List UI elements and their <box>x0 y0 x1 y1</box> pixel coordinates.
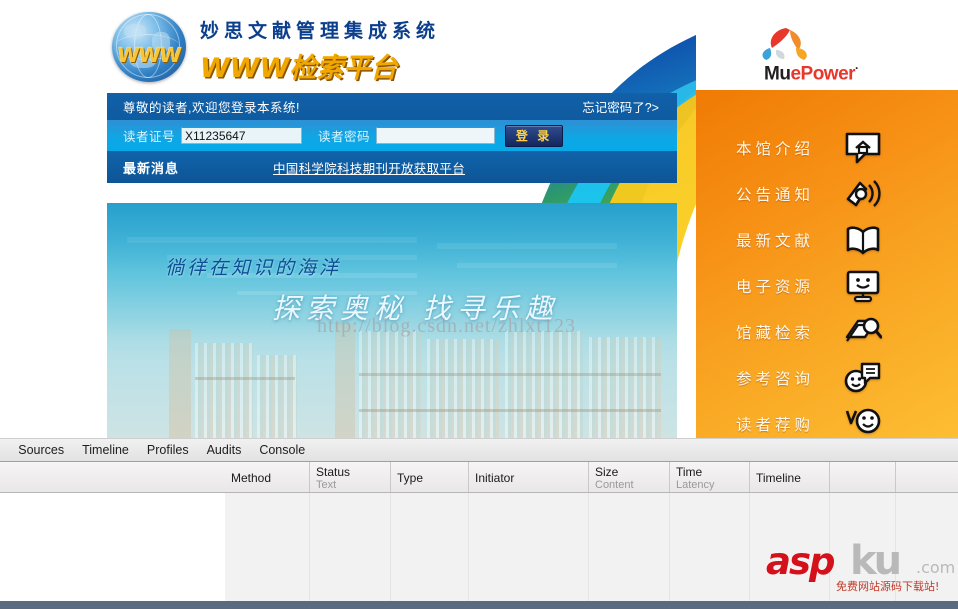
open-book-icon <box>844 223 882 257</box>
nav-label-announcements: 公告通知 <box>736 186 815 204</box>
nav-item-reference-consultation[interactable]: 参考咨询 <box>696 355 958 401</box>
nav-item-announcements[interactable]: 公告通知 <box>696 171 958 217</box>
column-header-time-sub: Latency <box>676 478 715 491</box>
musepower-flower-icon <box>762 28 807 60</box>
musepower-wordmark: MuePower· <box>764 61 859 85</box>
logo-title-top: 妙思文献管理集成系统 <box>200 20 441 42</box>
column-header-method-label: Method <box>231 470 272 485</box>
megaphone-icon <box>844 177 882 211</box>
banner-watermark: http://blog.csdn.net/zhlxt123 <box>317 315 576 337</box>
devtools-tab-clipped[interactable]: s <box>0 440 9 461</box>
devtools-tab-profiles[interactable]: Profiles <box>138 440 198 461</box>
network-table-body[interactable] <box>0 493 958 609</box>
table-column-time <box>670 493 750 609</box>
devtools-tab-bar: s Sources Timeline Profiles Audits Conso… <box>0 438 958 462</box>
column-header-time-label: Time <box>676 464 703 479</box>
library-banner-image: 徜徉在知识的海洋 探索奥秘 找寻乐趣 http://blog.csdn.net/… <box>107 203 677 438</box>
muse-e-text: e <box>790 63 801 85</box>
password-input[interactable] <box>376 127 496 144</box>
column-header-type-label: Type <box>397 470 424 485</box>
reader-recommend-icon <box>844 407 882 438</box>
table-column-name <box>0 493 225 609</box>
login-submit-button[interactable]: 登 录 <box>505 124 564 147</box>
screenshot-root: MuePower· WWW 妙思文献管理集成系统 WWW检索平台 尊敬的读者,欢… <box>0 0 958 609</box>
column-header-size-sub: Content <box>595 478 634 491</box>
nav-item-electronic-resources[interactable]: 电子资源 <box>696 263 958 309</box>
login-form-row: 读者证号 读者密码 登 录 <box>107 120 677 151</box>
table-column-size <box>589 493 670 609</box>
table-column-method <box>225 493 310 609</box>
smiley-chat-icon <box>844 361 882 395</box>
welcome-text: 尊敬的读者,欢迎您登录本系统! <box>123 101 300 115</box>
monitor-smiley-icon <box>844 269 882 303</box>
column-header-status[interactable]: Status Text <box>310 462 391 492</box>
column-header-type[interactable]: Type <box>391 462 469 492</box>
musepower-logo: MuePower· <box>750 28 930 84</box>
column-header-extra-2[interactable] <box>896 462 958 492</box>
table-column-status <box>310 493 391 609</box>
right-nav-menu: 本馆介绍 公告通知 最新文献 电子资源 馆藏检索 参考咨询 读者荐购 <box>696 125 958 438</box>
column-header-time[interactable]: Time Latency <box>670 462 750 492</box>
column-header-extra-1[interactable] <box>830 462 896 492</box>
password-label: 读者密码 <box>318 130 371 144</box>
login-panel: 尊敬的读者,欢迎您登录本系统! 忘记密码了?> 读者证号 读者密码 登 录 最新… <box>107 93 677 183</box>
nav-item-about-library[interactable]: 本馆介绍 <box>696 125 958 171</box>
magnifier-books-icon <box>844 315 883 349</box>
column-header-size[interactable]: Size Content <box>589 462 670 492</box>
table-column-extra-2 <box>896 493 958 609</box>
column-header-size-label: Size <box>595 464 619 479</box>
nav-label-catalog-search: 馆藏检索 <box>736 324 815 342</box>
column-header-name[interactable] <box>0 462 225 492</box>
nav-item-latest-documents[interactable]: 最新文献 <box>696 217 958 263</box>
card-number-label: 读者证号 <box>123 130 176 144</box>
nav-label-electronic-resources: 电子资源 <box>736 278 815 296</box>
muse-trademark: · <box>855 61 859 75</box>
banner-tagline-1: 徜徉在知识的海洋 <box>165 257 342 279</box>
network-table-header: Method Status Text Type Initiator Size C… <box>0 462 958 493</box>
column-header-timeline-label: Timeline <box>756 470 801 485</box>
news-bar: 最新消息 中国科学院科技期刊开放获取平台 <box>107 151 677 183</box>
news-link[interactable]: 中国科学院科技期刊开放获取平台 <box>273 158 465 177</box>
devtools-panel: s Sources Timeline Profiles Audits Conso… <box>0 438 958 609</box>
login-header-bar: 尊敬的读者,欢迎您登录本系统! 忘记密码了?> <box>107 93 677 120</box>
home-speech-bubble-icon <box>844 131 882 165</box>
site-logo: WWW 妙思文献管理集成系统 WWW检索平台 <box>112 8 442 86</box>
devtools-tab-timeline[interactable]: Timeline <box>73 440 138 461</box>
forgot-password-link[interactable]: 忘记密码了?> <box>582 97 659 116</box>
devtools-tab-sources[interactable]: Sources <box>9 440 73 461</box>
web-page-viewport: MuePower· WWW 妙思文献管理集成系统 WWW检索平台 尊敬的读者,欢… <box>0 0 958 438</box>
logo-www-text: WWW <box>200 53 290 84</box>
table-column-extra-1 <box>830 493 896 609</box>
nav-item-catalog-search[interactable]: 馆藏检索 <box>696 309 958 355</box>
column-header-timeline[interactable]: Timeline <box>750 462 830 492</box>
nav-label-reference-consultation: 参考咨询 <box>736 370 815 388</box>
news-title: 最新消息 <box>123 160 180 176</box>
table-column-initiator <box>469 493 589 609</box>
column-header-status-sub: Text <box>316 478 337 491</box>
table-column-type <box>391 493 469 609</box>
nav-item-reader-recommendation[interactable]: 读者荐购 <box>696 401 958 438</box>
devtools-tab-audits[interactable]: Audits <box>198 440 251 461</box>
devtools-tab-console[interactable]: Console <box>250 440 314 461</box>
bottom-status-bar <box>0 601 958 609</box>
table-column-timeline <box>750 493 830 609</box>
nav-label-latest-documents: 最新文献 <box>736 232 815 250</box>
muse-mu-text: Mu <box>764 63 791 85</box>
logo-platform-text: 检索平台 <box>289 53 398 84</box>
column-header-method[interactable]: Method <box>225 462 310 492</box>
logo-title-bottom: WWW检索平台 <box>200 46 397 85</box>
card-number-input[interactable] <box>181 127 303 144</box>
muse-power-text: Power <box>800 63 856 85</box>
column-header-status-label: Status <box>316 464 351 479</box>
nav-label-reader-recommendation: 读者荐购 <box>736 416 815 434</box>
column-header-initiator[interactable]: Initiator <box>469 462 589 492</box>
column-header-initiator-label: Initiator <box>475 470 515 485</box>
nav-label-about-library: 本馆介绍 <box>736 140 815 158</box>
logo-www-band: WWW <box>116 43 182 67</box>
